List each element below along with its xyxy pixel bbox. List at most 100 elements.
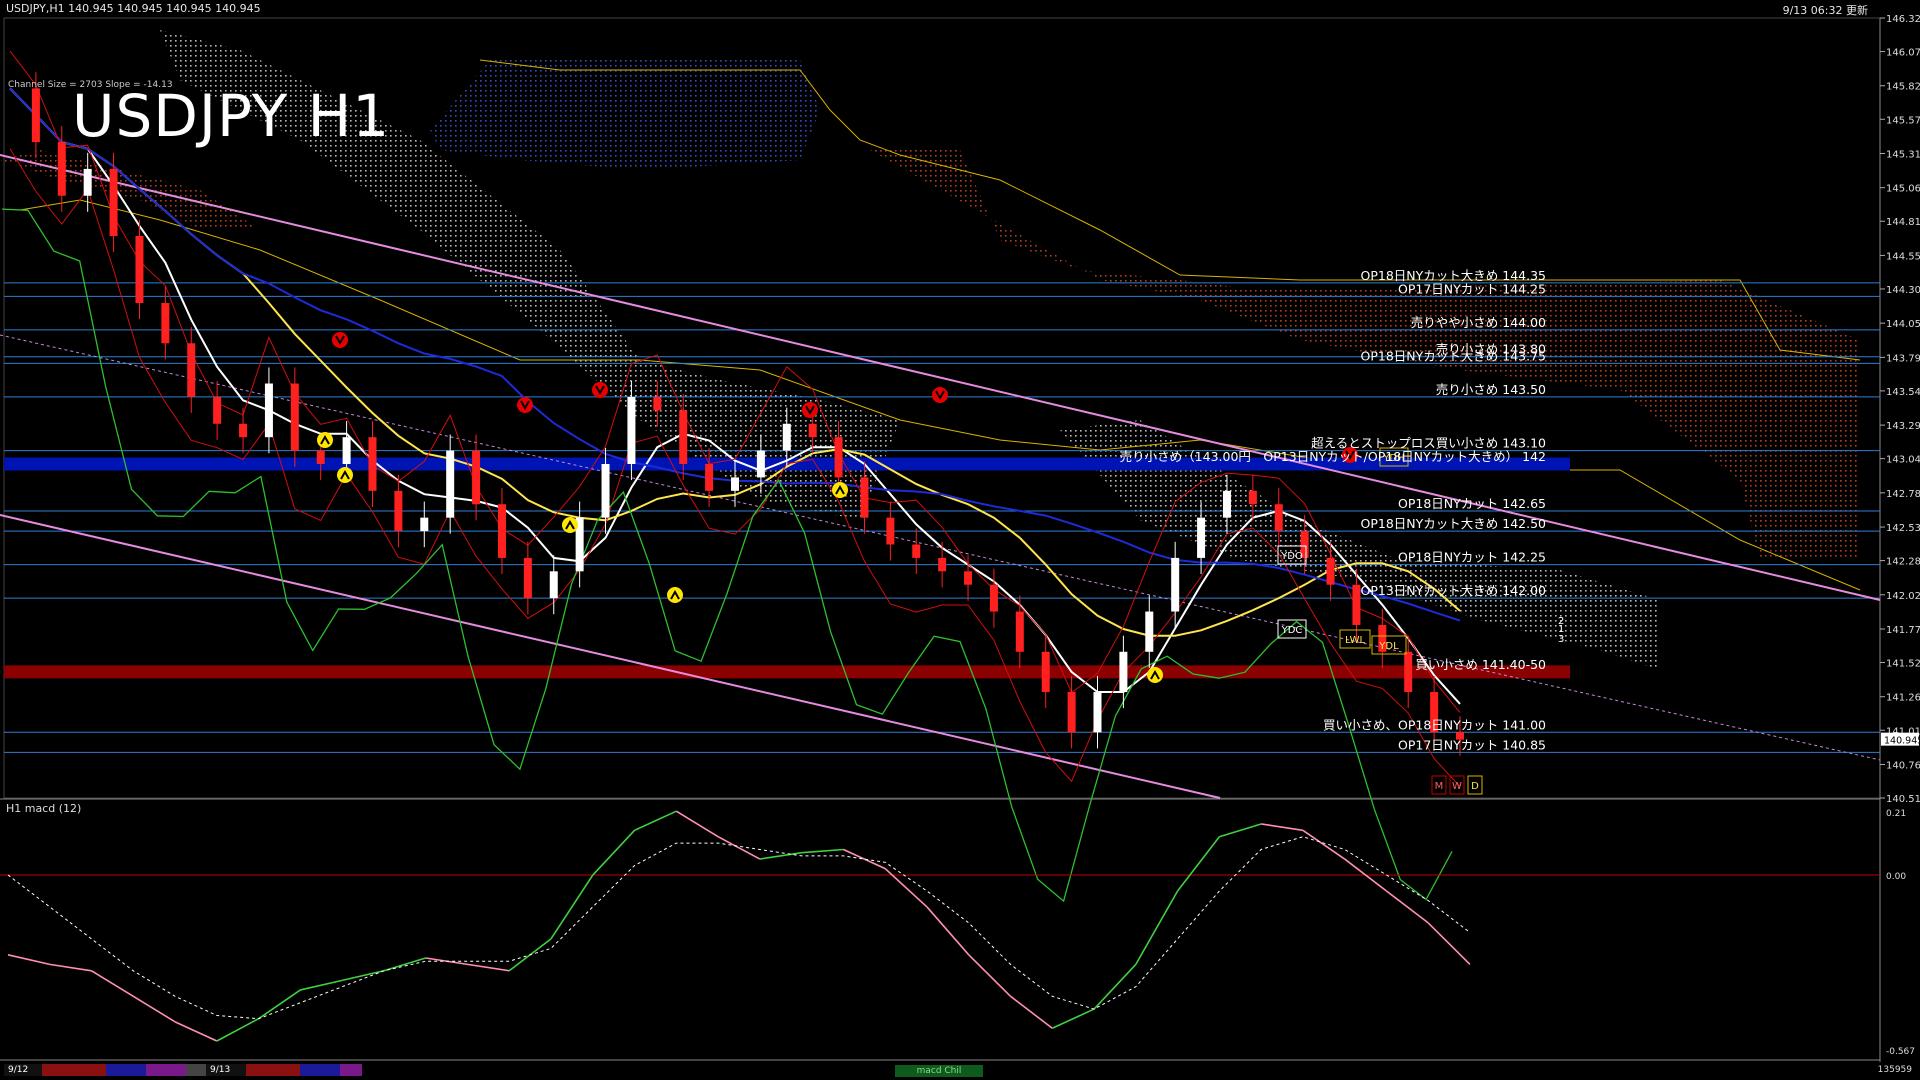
price-tick-label: 141.265 — [1886, 693, 1920, 704]
fractal-marker — [592, 382, 608, 398]
macd-segment — [1261, 823, 1304, 832]
channel-lower — [0, 514, 1221, 799]
period-bar — [42, 1064, 106, 1076]
date-label-1: 9/12 — [8, 1065, 29, 1075]
ref-box-label: YDO — [1280, 551, 1303, 562]
marker-disc — [332, 332, 348, 348]
macd-segment — [1219, 823, 1262, 838]
candle-body — [290, 383, 299, 451]
macd-segment — [132, 995, 176, 1023]
macd-segment — [759, 851, 802, 860]
fractal-marker — [562, 517, 578, 533]
price-tick-label: 142.280 — [1886, 557, 1920, 568]
price-level-label: 買い小さめ、OP18日NYカット 141.00 — [1323, 717, 1546, 732]
candle-body — [964, 571, 973, 585]
price-level-label: OP17日NYカット 144.25 — [1398, 281, 1546, 296]
candle-body — [549, 571, 558, 599]
fractal-marker — [317, 432, 333, 448]
price-tick-label: 143.290 — [1886, 421, 1920, 432]
macd-segment — [1135, 890, 1179, 965]
candle-body — [1171, 557, 1180, 612]
price-tick-label: 142.785 — [1886, 489, 1920, 500]
macd-segment — [174, 1021, 218, 1042]
macd-segment — [675, 810, 719, 838]
macd-axis-label: -0.567 — [1886, 1047, 1915, 1057]
candle-body — [886, 517, 895, 545]
macd-segment — [7, 954, 50, 966]
current-price-label: 140.945 — [1884, 736, 1920, 747]
ichimoku-cloud — [430, 60, 820, 170]
candle-body — [860, 477, 869, 518]
marker-disc — [832, 482, 848, 498]
candle-body — [1067, 692, 1076, 733]
candle-body — [446, 450, 455, 518]
macd-segment — [1302, 829, 1346, 860]
fractal-marker — [337, 467, 353, 483]
macd-segment — [91, 970, 134, 997]
macd-tag[interactable]: macd Chil — [895, 1065, 983, 1077]
period-bar — [246, 1064, 300, 1076]
candle-body — [653, 396, 662, 411]
candle-body — [1197, 517, 1206, 558]
macd-segment — [884, 868, 928, 908]
macd-segment — [467, 963, 510, 972]
macd-segment — [592, 829, 636, 876]
period-bar — [340, 1064, 362, 1076]
date-label-2: 9/13 — [210, 1065, 231, 1075]
period-bar — [186, 1064, 206, 1076]
fractal-marker — [1147, 667, 1163, 683]
candle-body — [57, 142, 66, 196]
candle-body — [83, 168, 92, 196]
macd-title: H1 macd (12) — [6, 802, 82, 815]
price-level-label: OP18日NYカット 142.65 — [1398, 496, 1546, 511]
candle-body — [420, 517, 429, 532]
fractal-marker — [517, 397, 533, 413]
date-segment-2: 9/13 — [206, 1064, 246, 1076]
candle-body — [938, 557, 947, 572]
macd-segment — [300, 979, 343, 991]
marker-disc — [337, 467, 353, 483]
fractal-marker — [932, 387, 948, 403]
date-segment-1: 9/12 — [4, 1064, 42, 1076]
macd-segment — [1010, 995, 1053, 1029]
candle-body — [1222, 490, 1231, 518]
marker-disc — [667, 587, 683, 603]
macd-segment — [341, 970, 385, 982]
candle-body — [1041, 651, 1050, 693]
ref-box-label: YDC — [1281, 625, 1303, 636]
marker-disc — [317, 432, 333, 448]
macd-segment — [926, 906, 970, 956]
period-bar — [146, 1064, 186, 1076]
price-tick-label: 140.760 — [1886, 760, 1920, 771]
candle-body — [627, 396, 636, 465]
candle-body — [394, 490, 403, 532]
price-tick-label: 145.315 — [1886, 149, 1920, 160]
price-level-label: 売り小さめ 143.50 — [1436, 382, 1546, 397]
macd-segment — [1427, 922, 1471, 965]
ref-box-label: YDL — [1378, 641, 1399, 652]
candle-body — [161, 303, 170, 344]
price-level-label: 買い小さめ 141.40-50 — [1415, 657, 1546, 672]
price-chart[interactable]: YDHYDOYDCYDLLWLM W D123 OP18日NYカット大きめ 144.… — [0, 0, 1920, 1080]
price-tick-label: 143.545 — [1886, 387, 1920, 398]
price-tick-label: 141.770 — [1886, 625, 1920, 636]
candle-body — [342, 437, 351, 465]
projection-label: 2 — [1558, 616, 1564, 627]
marker-disc — [932, 387, 948, 403]
candle-body — [679, 410, 688, 465]
macd-segment — [801, 848, 844, 854]
candle-body — [756, 450, 765, 478]
period-bar — [300, 1064, 340, 1076]
macd-axis-label: 0.21 — [1886, 809, 1906, 819]
candle-body — [497, 504, 506, 558]
candle-body — [1326, 557, 1335, 585]
fractal-marker — [667, 587, 683, 603]
price-level-label: 売り小さめ（143.00円 OP13日NYカット/OP18日NYカット大きめ） … — [1120, 449, 1546, 464]
price-level-label: OP13日NYカット大きめ 142.00 — [1361, 583, 1547, 598]
macd-segment — [1093, 963, 1137, 1010]
candle-body — [264, 383, 273, 438]
price-tick-label: 146.075 — [1886, 48, 1920, 59]
price-tick-label: 142.025 — [1886, 591, 1920, 602]
macd-segment — [1176, 836, 1221, 892]
price-tick-label: 145.570 — [1886, 115, 1920, 126]
